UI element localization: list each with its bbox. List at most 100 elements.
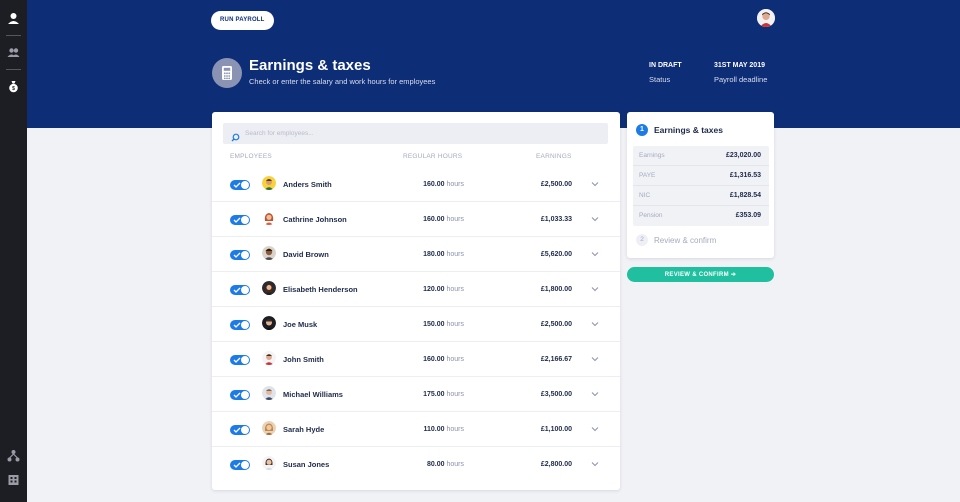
- earnings-value: £1,100.00: [540, 426, 572, 433]
- avatar: [262, 211, 276, 225]
- search-icon: [231, 129, 240, 142]
- status-value: IN DRAFT: [649, 62, 682, 69]
- regular-hours[interactable]: 150.00 hours: [423, 321, 464, 328]
- summary-row: PAYE £1,316.53: [633, 166, 769, 186]
- team-icon[interactable]: [7, 46, 20, 59]
- check-icon: [233, 462, 241, 468]
- column-header-employees: EMPLOYEES: [230, 153, 272, 160]
- table-row[interactable]: Susan Jones 80.00 hours £2,800.00: [212, 447, 620, 482]
- employee-name: Sarah Hyde: [283, 425, 325, 434]
- header-band: [27, 0, 960, 128]
- check-icon: [233, 322, 241, 328]
- toggle-knob: [241, 286, 249, 294]
- chevron-down-icon[interactable]: [591, 461, 599, 467]
- page-subtitle: Check or enter the salary and work hours…: [249, 77, 436, 86]
- check-icon: [233, 287, 241, 293]
- step-label[interactable]: Review & confirm: [654, 236, 716, 245]
- include-toggle[interactable]: [230, 460, 250, 470]
- status-label: Status: [649, 75, 671, 84]
- run-payroll-button[interactable]: RUN PAYROLL: [211, 11, 274, 30]
- check-icon: [233, 357, 241, 363]
- earnings-value: £3,500.00: [540, 391, 572, 398]
- regular-hours[interactable]: 80.00 hours: [427, 461, 464, 468]
- include-toggle[interactable]: [230, 180, 250, 190]
- table-row[interactable]: David Brown 180.00 hours £5,620.00: [212, 237, 620, 272]
- regular-hours[interactable]: 110.00 hours: [424, 426, 465, 433]
- table-row[interactable]: Michael Williams 175.00 hours £3,500.00: [212, 377, 620, 412]
- earnings-value: £2,500.00: [540, 321, 572, 328]
- avatar: [262, 421, 276, 435]
- summary-row: NIC £1,828.54: [633, 186, 769, 206]
- money-bag-icon[interactable]: $: [7, 80, 20, 93]
- regular-hours[interactable]: 120.00 hours: [423, 286, 464, 293]
- regular-hours[interactable]: 175.00 hours: [423, 391, 464, 398]
- avatar: [262, 456, 276, 470]
- rail-divider: [6, 35, 21, 36]
- earnings-value: £5,620.00: [540, 251, 572, 258]
- employee-name: Elisabeth Henderson: [283, 285, 358, 294]
- chevron-down-icon[interactable]: [591, 426, 599, 432]
- org-chart-icon[interactable]: [7, 449, 20, 462]
- avatar: [262, 246, 276, 260]
- employee-name: John Smith: [283, 355, 324, 364]
- chevron-down-icon[interactable]: [591, 251, 599, 257]
- summary-row: Pension £353.09: [633, 206, 769, 226]
- toggle-knob: [241, 321, 249, 329]
- include-toggle[interactable]: [230, 355, 250, 365]
- summary-label: Pension: [639, 212, 663, 219]
- building-icon[interactable]: [7, 473, 20, 486]
- employee-name: David Brown: [283, 250, 329, 259]
- chevron-down-icon[interactable]: [591, 391, 599, 397]
- toggle-knob: [241, 461, 249, 469]
- table-row[interactable]: Anders Smith 160.00 hours £2,500.00: [212, 167, 620, 202]
- chevron-down-icon[interactable]: [591, 216, 599, 222]
- table-row[interactable]: Joe Musk 150.00 hours £2,500.00: [212, 307, 620, 342]
- include-toggle[interactable]: [230, 215, 250, 225]
- include-toggle[interactable]: [230, 285, 250, 295]
- chevron-down-icon[interactable]: [591, 181, 599, 187]
- earnings-value: £2,800.00: [540, 461, 572, 468]
- check-icon: [233, 392, 241, 398]
- toggle-knob: [241, 181, 249, 189]
- employee-name: Cathrine Johnson: [283, 215, 347, 224]
- summary-value: £1,828.54: [729, 192, 761, 199]
- toggle-knob: [241, 251, 249, 259]
- table-row[interactable]: Sarah Hyde 110.00 hours £1,100.00: [212, 412, 620, 447]
- summary-label: NIC: [639, 192, 651, 199]
- check-icon: [233, 217, 241, 223]
- regular-hours[interactable]: 160.00 hours: [423, 356, 464, 363]
- regular-hours[interactable]: 160.00 hours: [423, 181, 464, 188]
- include-toggle[interactable]: [230, 390, 250, 400]
- check-icon: [233, 252, 241, 258]
- chevron-down-icon[interactable]: [591, 286, 599, 292]
- avatar: [262, 351, 276, 365]
- deadline-value: 31ST MAY 2019: [714, 62, 765, 69]
- deadline-label: Payroll deadline: [714, 75, 768, 84]
- chevron-down-icon[interactable]: [591, 321, 599, 327]
- avatar[interactable]: [757, 9, 775, 27]
- search-input[interactable]: [245, 123, 600, 144]
- sidebar-rail: $: [0, 0, 27, 502]
- employee-name: Michael Williams: [283, 390, 343, 399]
- include-toggle[interactable]: [230, 250, 250, 260]
- review-confirm-button[interactable]: REVIEW & CONFIRM ➔: [627, 267, 774, 282]
- search-box[interactable]: [223, 123, 608, 144]
- chevron-down-icon[interactable]: [591, 356, 599, 362]
- avatar: [262, 281, 276, 295]
- column-header-regular-hours: REGULAR HOURS: [403, 153, 463, 160]
- step-label: Earnings & taxes: [654, 125, 723, 135]
- regular-hours[interactable]: 180.00 hours: [423, 251, 464, 258]
- regular-hours[interactable]: 160.00 hours: [423, 216, 464, 223]
- table-row[interactable]: Elisabeth Henderson 120.00 hours £1,800.…: [212, 272, 620, 307]
- table-row[interactable]: John Smith 160.00 hours £2,166.67: [212, 342, 620, 377]
- summary-label: PAYE: [639, 172, 656, 179]
- avatar: [262, 316, 276, 330]
- avatar: [262, 176, 276, 190]
- include-toggle[interactable]: [230, 425, 250, 435]
- summary-row: Earnings £23,020.00: [633, 146, 769, 166]
- check-icon: [233, 182, 241, 188]
- user-icon[interactable]: [7, 12, 20, 25]
- table-row[interactable]: Cathrine Johnson 160.00 hours £1,033.33: [212, 202, 620, 237]
- toggle-knob: [241, 356, 249, 364]
- include-toggle[interactable]: [230, 320, 250, 330]
